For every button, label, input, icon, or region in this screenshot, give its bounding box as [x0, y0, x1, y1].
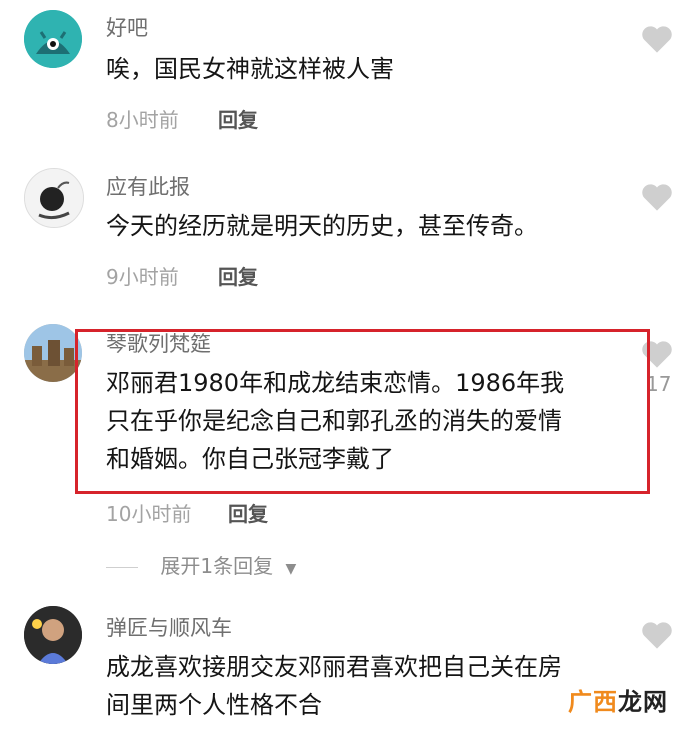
watermark-part1: 广西: [568, 688, 618, 716]
person-avatar-image: [24, 606, 82, 664]
watermark-logo: 广西龙网: [568, 682, 668, 717]
comment-item: 弹匠与顺风车 成龙喜欢接朋交友邓丽君喜欢把自己关在房 间里两个人性格不合: [0, 0, 700, 733]
comment-username[interactable]: 弹匠与顺风车: [106, 612, 232, 642]
watermark-part2: 龙网: [618, 688, 668, 716]
comment-text: 成龙喜欢接朋交友邓丽君喜欢把自己关在房 间里两个人性格不合: [106, 648, 562, 724]
avatar[interactable]: [24, 606, 82, 664]
comment-text-line: 成龙喜欢接朋交友邓丽君喜欢把自己关在房: [106, 653, 562, 681]
comment-text-line: 间里两个人性格不合: [106, 691, 322, 719]
heart-icon[interactable]: [640, 620, 674, 650]
